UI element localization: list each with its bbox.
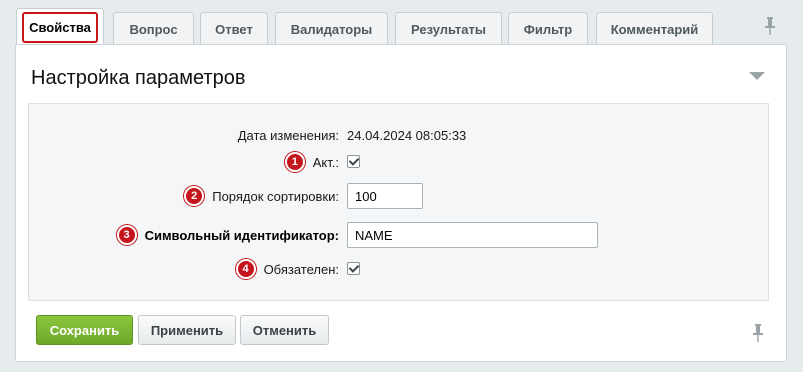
date-label-text: Дата изменения: — [237, 127, 339, 143]
code-label: 3 Символьный идентификатор: — [116, 222, 339, 248]
tab-properties[interactable]: Свойства — [16, 8, 104, 46]
panel-title: Настройка параметров — [31, 67, 246, 89]
save-button[interactable]: Сохранить — [36, 315, 133, 345]
row-code: 3 Символьный идентификатор: NAME — [29, 222, 770, 248]
tab-answer[interactable]: Ответ — [200, 12, 268, 45]
tab-question-label: Вопрос — [129, 21, 178, 37]
tab-properties-label: Свойства — [22, 12, 98, 43]
tab-filter[interactable]: Фильтр — [508, 12, 588, 45]
step-badge-2: 2 — [184, 186, 205, 206]
pin-icon[interactable] — [751, 323, 765, 343]
tab-validators-label: Валидаторы — [290, 21, 373, 37]
tab-results-label: Результаты — [411, 21, 486, 37]
form-area: Дата изменения: 24.04.2024 08:05:33 1 Ак… — [28, 103, 769, 301]
row-date: Дата изменения: 24.04.2024 08:05:33 — [29, 122, 770, 148]
active-label-text: Акт.: — [312, 154, 339, 170]
cancel-button[interactable]: Отменить — [240, 315, 329, 345]
required-label: 4 Обязателен: — [235, 256, 339, 282]
tab-comment[interactable]: Комментарий — [596, 12, 713, 45]
code-input[interactable]: NAME — [347, 222, 598, 248]
tab-comment-label: Комментарий — [610, 21, 699, 37]
code-label-text: Символьный идентификатор: — [144, 227, 339, 243]
row-sort: 2 Порядок сортировки: 100 — [29, 183, 770, 209]
required-label-text: Обязателен: — [263, 261, 339, 277]
tab-validators[interactable]: Валидаторы — [275, 12, 388, 45]
step-badge-1: 1 — [284, 152, 305, 172]
step-badge-3: 3 — [116, 225, 137, 245]
active-checkbox[interactable] — [347, 155, 360, 168]
active-label: 1 Акт.: — [284, 149, 339, 175]
row-required: 4 Обязателен: — [29, 256, 770, 282]
tab-answer-label: Ответ — [215, 21, 253, 37]
date-label: Дата изменения: — [238, 122, 339, 148]
date-value: 24.04.2024 08:05:33 — [347, 127, 467, 143]
required-checkbox[interactable] — [347, 262, 360, 275]
triangle-down-icon[interactable] — [749, 72, 765, 80]
sort-label: 2 Порядок сортировки: — [184, 183, 339, 209]
pin-icon[interactable] — [763, 16, 777, 36]
step-badge-4: 4 — [235, 259, 256, 279]
tab-question[interactable]: Вопрос — [113, 12, 194, 45]
settings-panel: Настройка параметров Дата изменения: 24.… — [15, 44, 787, 362]
sort-label-text: Порядок сортировки: — [212, 188, 339, 204]
tab-results[interactable]: Результаты — [395, 12, 502, 45]
apply-button[interactable]: Применить — [138, 315, 236, 345]
sort-input[interactable]: 100 — [347, 183, 423, 209]
row-active: 1 Акт.: — [29, 149, 770, 175]
tab-filter-label: Фильтр — [523, 21, 573, 37]
